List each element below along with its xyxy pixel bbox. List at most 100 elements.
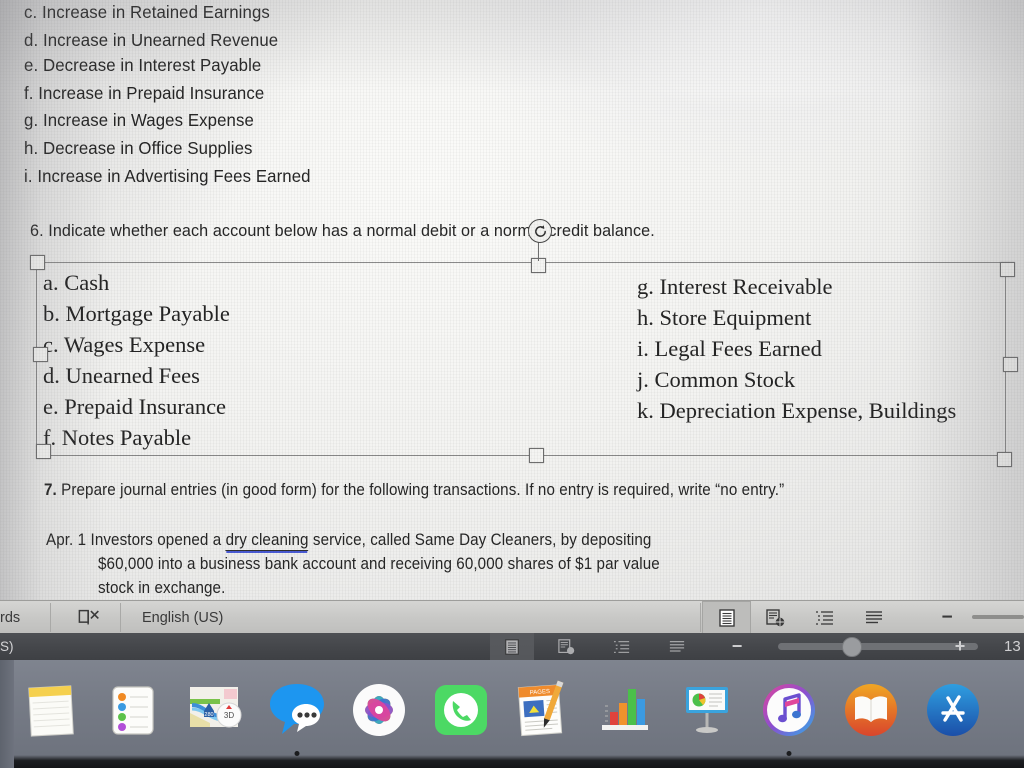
rotate-icon[interactable] xyxy=(528,219,552,243)
dock-item-numbers[interactable] xyxy=(588,673,662,747)
transaction-line-1: Apr. 1 Investors opened a dry cleaning s… xyxy=(46,531,652,551)
maps-icon: 280 3D xyxy=(190,687,242,728)
secondary-print-layout-view[interactable] xyxy=(490,633,534,660)
textbox-item: k. Depreciation Expense, Buildings xyxy=(637,398,957,423)
secondary-zoom-out-button[interactable]: − xyxy=(722,633,752,660)
draft-icon xyxy=(865,610,882,623)
web-layout-view-button[interactable] xyxy=(751,601,800,634)
document-body: c. Increase in Retained Earnings d. Incr… xyxy=(0,0,1024,600)
running-indicator-dot xyxy=(786,751,792,756)
notes-icon xyxy=(28,685,74,737)
textbox-item: c. Wages Expense xyxy=(43,332,206,357)
resize-handle-bottom-center[interactable] xyxy=(529,448,544,463)
dock-item-pages[interactable]: PAGES xyxy=(506,673,580,747)
textbox-item: f. Notes Payable xyxy=(43,425,192,450)
secondary-draft-view[interactable] xyxy=(655,633,699,660)
language-label[interactable]: English (US) xyxy=(142,601,223,634)
list-item: d. Increase in Unearned Revenue xyxy=(24,30,279,50)
status-divider xyxy=(120,603,121,632)
secondary-zoom-in-button[interactable]: + xyxy=(946,633,974,660)
dock-items: 280 3D PAGES xyxy=(10,666,1024,756)
outline-icon xyxy=(815,610,833,625)
list-item: e. Decrease in Interest Payable xyxy=(24,55,262,75)
dock-item-facetime[interactable] xyxy=(424,673,498,747)
resize-handle-top-right[interactable] xyxy=(1000,262,1015,277)
web-layout-icon xyxy=(765,608,784,626)
print-layout-icon xyxy=(718,608,735,627)
textbox-item: j. Common Stock xyxy=(637,367,796,392)
resize-handle-bottom-left[interactable] xyxy=(36,444,51,459)
textbox-left-column: a. Cash b. Mortgage Payable c. Wages Exp… xyxy=(43,267,230,453)
question-7-number: 7. xyxy=(44,481,57,499)
book-x-icon[interactable] xyxy=(78,601,102,634)
screenshot-root: c. Increase in Retained Earnings d. Incr… xyxy=(0,0,1024,768)
zoom-out-button[interactable]: − xyxy=(930,601,964,634)
secondary-status-bar: S) − + 13 xyxy=(0,633,1024,660)
textbox-item: a. Cash xyxy=(43,270,110,295)
list-item: c. Increase in Retained Earnings xyxy=(24,2,270,22)
resize-handle-middle-right[interactable] xyxy=(1003,357,1018,372)
photos-icon xyxy=(353,684,405,736)
view-mode-group xyxy=(702,601,898,634)
outline-view-button[interactable] xyxy=(800,601,849,634)
ibooks-icon xyxy=(845,684,897,736)
question-7-text: 7. Prepare journal entries (in good form… xyxy=(44,481,784,500)
messages-icon xyxy=(270,684,324,734)
status-divider xyxy=(700,603,701,632)
outline-icon xyxy=(614,640,630,653)
list-item: i. Increase in Advertising Fees Earned xyxy=(24,166,311,186)
spellcheck-phrase[interactable]: dry cleaning xyxy=(225,531,309,551)
secondary-zoom-slider-thumb[interactable] xyxy=(842,637,862,657)
question-6-text: 6. Indicate whether each account below h… xyxy=(30,221,655,240)
textbox-item: g. Interest Receivable xyxy=(637,274,833,299)
itunes-icon xyxy=(763,684,815,736)
macos-dock: 280 3D PAGES xyxy=(0,660,1024,768)
dock-item-appstore[interactable] xyxy=(916,673,990,747)
textbox-item: b. Mortgage Payable xyxy=(43,301,230,326)
book-x-glyph xyxy=(78,609,99,624)
textbox-item: e. Prepaid Insurance xyxy=(43,394,227,419)
textbox-item: i. Legal Fees Earned xyxy=(637,336,822,361)
dock-item-maps[interactable]: 280 3D xyxy=(178,673,252,747)
list-item: f. Increase in Prepaid Insurance xyxy=(24,83,265,103)
resize-handle-middle-left[interactable] xyxy=(33,347,48,362)
word-status-bar: rds English (US) − xyxy=(0,600,1024,634)
running-indicator-dot xyxy=(294,751,300,756)
reminders-icon xyxy=(112,686,154,735)
zoom-slider-track[interactable] xyxy=(972,615,1024,619)
facetime-icon xyxy=(435,685,487,735)
word-count-label[interactable]: rds xyxy=(0,601,20,634)
list-item: g. Increase in Wages Expense xyxy=(24,110,254,130)
transaction-line-1-post: service, called Same Day Cleaners, by de… xyxy=(308,531,652,549)
resize-handle-top-left[interactable] xyxy=(30,255,45,270)
dock-item-messages[interactable] xyxy=(260,673,334,756)
resize-handle-bottom-right[interactable] xyxy=(997,452,1012,467)
selected-text-box[interactable]: a. Cash b. Mortgage Payable c. Wages Exp… xyxy=(36,262,1006,456)
dock-item-ibooks[interactable] xyxy=(834,673,908,747)
secondary-web-layout-view[interactable] xyxy=(545,633,589,660)
textbox-item: h. Store Equipment xyxy=(637,305,812,330)
transaction-line-3: stock in exchange. xyxy=(98,579,226,597)
list-item: h. Decrease in Office Supplies xyxy=(24,138,253,158)
textbox-right-column: g. Interest Receivable h. Store Equipmen… xyxy=(637,271,956,426)
rotate-arrow-glyph xyxy=(534,224,546,237)
textbox-item: d. Unearned Fees xyxy=(43,363,200,388)
numbers-icon xyxy=(602,689,648,730)
dock-item-reminders[interactable] xyxy=(96,673,170,747)
secondary-outline-view[interactable] xyxy=(600,633,644,660)
dock-item-photos[interactable] xyxy=(342,673,416,747)
svg-text:280: 280 xyxy=(204,712,213,718)
status-divider xyxy=(50,603,51,632)
dock-item-notes[interactable] xyxy=(14,673,88,747)
document-page: c. Increase in Retained Earnings d. Incr… xyxy=(0,0,1024,600)
dock-item-keynote[interactable] xyxy=(670,673,744,747)
secondary-zoom-percent[interactable]: 13 xyxy=(1004,633,1021,660)
svg-text:3D: 3D xyxy=(224,711,234,720)
appstore-icon xyxy=(927,684,979,736)
question-7-body: Prepare journal entries (in good form) f… xyxy=(56,481,785,499)
draft-view-button[interactable] xyxy=(849,601,898,634)
transaction-line-1-pre: Apr. 1 Investors opened a xyxy=(46,531,226,549)
dock-item-itunes[interactable] xyxy=(752,673,826,756)
print-layout-view-button[interactable] xyxy=(702,601,751,634)
transaction-line-2: $60,000 into a business bank account and… xyxy=(98,555,660,573)
